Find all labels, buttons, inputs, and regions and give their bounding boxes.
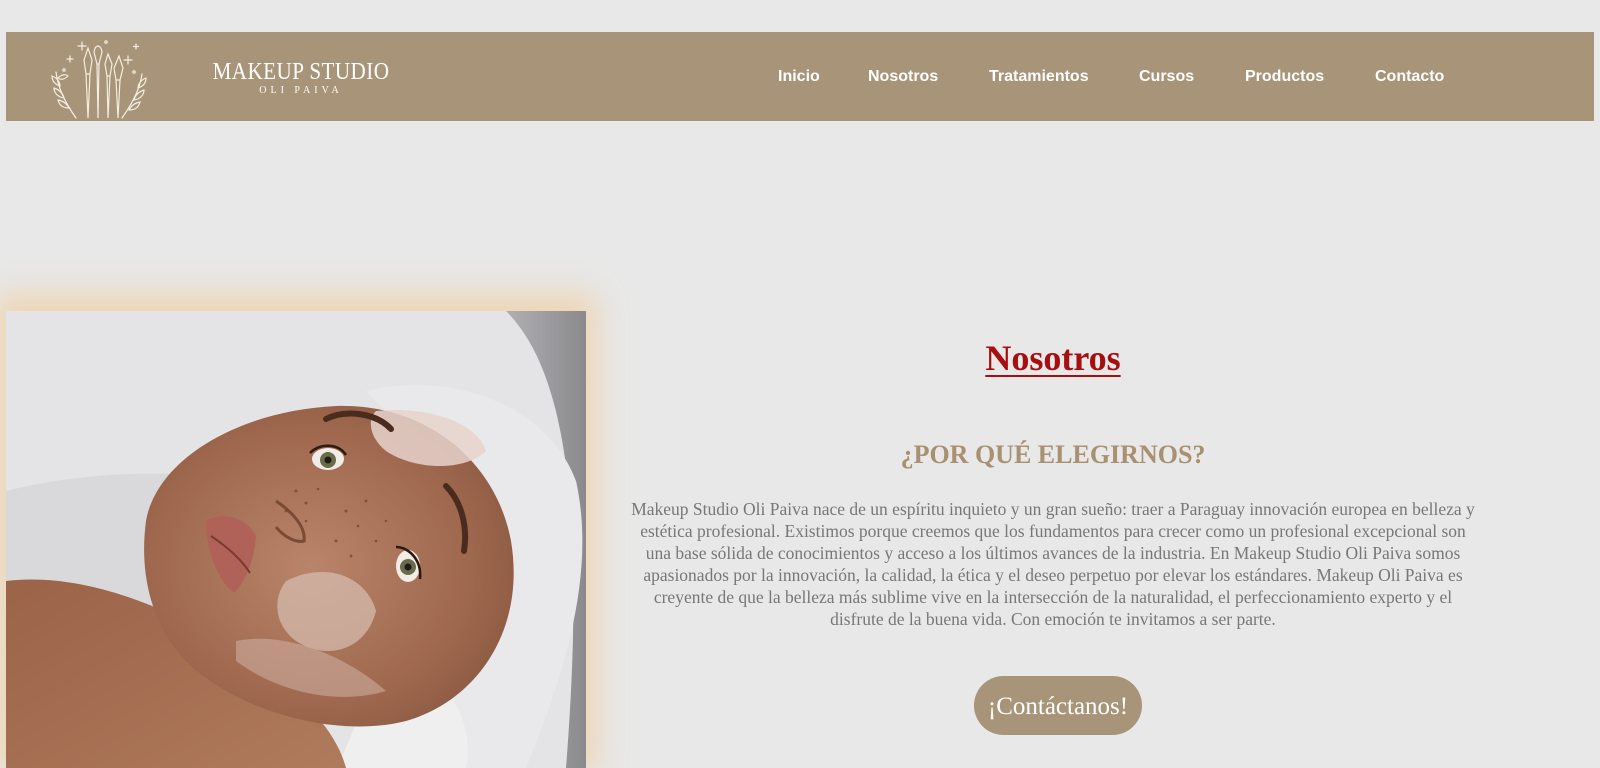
woman-facial-treatment-photo (6, 311, 586, 768)
nav-item-productos[interactable]: Productos (1245, 68, 1324, 86)
facial-treatment-photo (6, 311, 586, 768)
about-paragraph: Makeup Studio Oli Paiva nace de un espír… (631, 499, 1475, 629)
nav-item-nosotros[interactable]: Nosotros (868, 68, 938, 86)
contact-us-button[interactable]: ¡Contáctanos! (974, 676, 1142, 735)
section-title: Nosotros (985, 338, 1121, 378)
section-subtitle: ¿POR QUÉ ELEGIRNOS? (900, 440, 1206, 469)
nav-item-cursos[interactable]: Cursos (1139, 68, 1194, 86)
nav-item-contacto[interactable]: Contacto (1375, 68, 1444, 86)
site-header: MAKEUP STUDIO OLI PAIVA Inicio Nosotros … (6, 32, 1594, 121)
main-nav: Inicio Nosotros Tratamientos Cursos Prod… (6, 32, 1594, 121)
nav-item-inicio[interactable]: Inicio (778, 68, 820, 86)
nav-item-tratamientos[interactable]: Tratamientos (989, 68, 1089, 86)
